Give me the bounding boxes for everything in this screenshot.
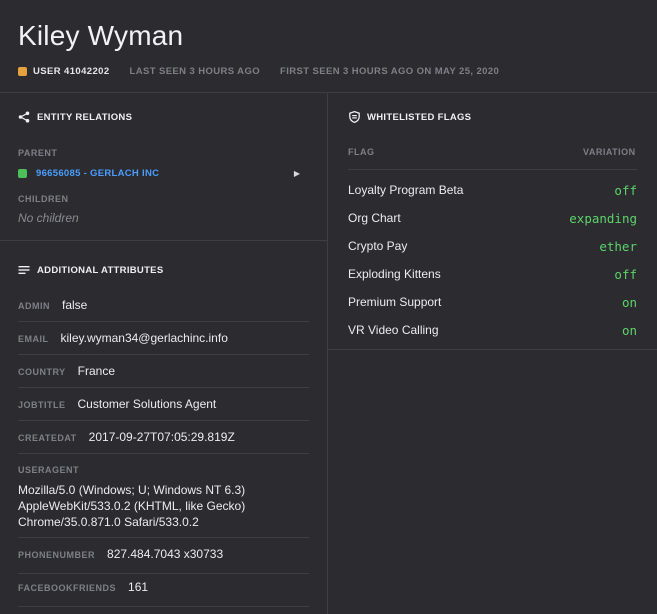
attr-value: Customer Solutions Agent <box>77 397 217 411</box>
page-header: Kiley Wyman USER 41042202 LAST SEEN 3 HO… <box>0 0 657 92</box>
page-title: Kiley Wyman <box>18 20 184 51</box>
parent-link-row[interactable]: 96656085 - GERLACH INC ▶ <box>18 166 300 180</box>
flag-row[interactable]: Premium Support on <box>348 288 637 316</box>
flags-col-variation: VARIATION <box>583 147 636 157</box>
attr-divider <box>18 537 309 538</box>
flags-col-flag: FLAG <box>348 147 375 157</box>
attr-value: 161 <box>128 580 149 594</box>
header-divider <box>0 92 657 93</box>
attr-key: ADMIN <box>18 301 50 311</box>
attr-divider <box>18 453 309 454</box>
flag-row[interactable]: Loyalty Program Beta off <box>348 176 637 204</box>
flag-name[interactable]: Loyalty Program Beta <box>348 183 463 197</box>
attr-admin: ADMIN false <box>18 298 87 312</box>
flag-row[interactable]: VR Video Calling on <box>348 316 637 344</box>
attr-value: 2017-09-27T07:05:29.819Z <box>88 430 235 444</box>
flag-row[interactable]: Org Chart expanding <box>348 204 637 232</box>
attr-facebookfriends: FACEBOOKFRIENDS 161 <box>18 580 148 594</box>
entity-relations-title: ENTITY RELATIONS <box>18 111 132 123</box>
column-divider <box>327 92 328 614</box>
attr-value: false <box>62 298 88 312</box>
user-id: USER 41042202 <box>33 66 110 77</box>
flags-header-divider <box>348 169 637 170</box>
first-seen: FIRST SEEN 3 HOURS AGO ON MAY 25, 2020 <box>280 66 500 77</box>
attr-divider <box>18 573 309 574</box>
whitelisted-flags-label: WHITELISTED FLAGS <box>367 111 472 123</box>
parent-color-badge <box>18 168 27 178</box>
attr-value-useragent: Mozilla/5.0 (Windows; U; Windows NT 6.3)… <box>18 482 245 530</box>
entity-relations-label: ENTITY RELATIONS <box>37 111 133 123</box>
attr-key-useragent: USERAGENT <box>18 465 80 475</box>
last-seen: LAST SEEN 3 HOURS AGO <box>129 66 261 77</box>
flags-divider <box>328 349 657 350</box>
attr-divider <box>18 354 309 355</box>
flag-name[interactable]: Exploding Kittens <box>348 267 441 281</box>
shield-icon <box>349 111 360 123</box>
chevron-right-icon[interactable]: ▶ <box>294 169 300 178</box>
flag-variation: off <box>614 266 637 282</box>
additional-attributes-title: ADDITIONAL ATTRIBUTES <box>18 264 163 276</box>
share-icon <box>18 111 30 123</box>
user-color-badge <box>18 67 27 76</box>
attr-key: CREATEDAT <box>18 433 77 443</box>
flag-variation: off <box>614 182 637 198</box>
flag-variation: ether <box>599 238 637 254</box>
flag-variation: on <box>621 294 637 310</box>
attr-phonenumber: PHONENUMBER 827.484.7043 x30733 <box>18 547 223 561</box>
attr-key: COUNTRY <box>18 367 66 377</box>
flag-name[interactable]: VR Video Calling <box>348 323 439 337</box>
attr-country: COUNTRY France <box>18 364 115 378</box>
children-label: CHILDREN <box>18 194 69 204</box>
attr-divider <box>18 606 309 607</box>
flag-name[interactable]: Premium Support <box>348 295 441 309</box>
additional-attributes-label: ADDITIONAL ATTRIBUTES <box>37 264 164 276</box>
useragent-line: Mozilla/5.0 (Windows; U; Windows NT 6.3) <box>18 483 246 497</box>
attr-value: France <box>77 364 116 378</box>
relations-divider <box>0 240 327 241</box>
attr-key: EMAIL <box>18 334 49 344</box>
attr-key: JOBTITLE <box>18 400 66 410</box>
children-empty-text: No children <box>18 211 79 225</box>
flag-variation: expanding <box>569 210 637 226</box>
attr-value: kiley.wyman34@gerlachinc.info <box>60 331 228 345</box>
attr-divider <box>18 321 309 322</box>
whitelisted-flags-title: WHITELISTED FLAGS <box>349 111 471 123</box>
flag-variation: on <box>621 322 637 338</box>
parent-link[interactable]: 96656085 - GERLACH INC <box>36 168 159 179</box>
attr-jobtitle: JOBTITLE Customer Solutions Agent <box>18 397 216 411</box>
attr-key: FACEBOOKFRIENDS <box>18 583 117 593</box>
useragent-line: AppleWebKit/533.0.2 (KHTML, like Gecko) <box>18 499 246 513</box>
list-icon <box>18 266 30 274</box>
user-meta: USER 41042202 LAST SEEN 3 HOURS AGO FIRS… <box>18 66 519 77</box>
attr-key: PHONENUMBER <box>18 550 96 560</box>
attr-createdat: CREATEDAT 2017-09-27T07:05:29.819Z <box>18 430 235 444</box>
attr-divider <box>18 420 309 421</box>
attr-value: 827.484.7043 x30733 <box>107 547 224 561</box>
useragent-line: Chrome/35.0.871.0 Safari/533.0.2 <box>18 515 199 529</box>
attr-divider <box>18 387 309 388</box>
flag-name[interactable]: Crypto Pay <box>348 239 407 253</box>
attr-email: EMAIL kiley.wyman34@gerlachinc.info <box>18 331 228 345</box>
flag-row[interactable]: Exploding Kittens off <box>348 260 637 288</box>
flag-row[interactable]: Crypto Pay ether <box>348 232 637 260</box>
parent-label: PARENT <box>18 148 58 158</box>
flag-name[interactable]: Org Chart <box>348 211 401 225</box>
